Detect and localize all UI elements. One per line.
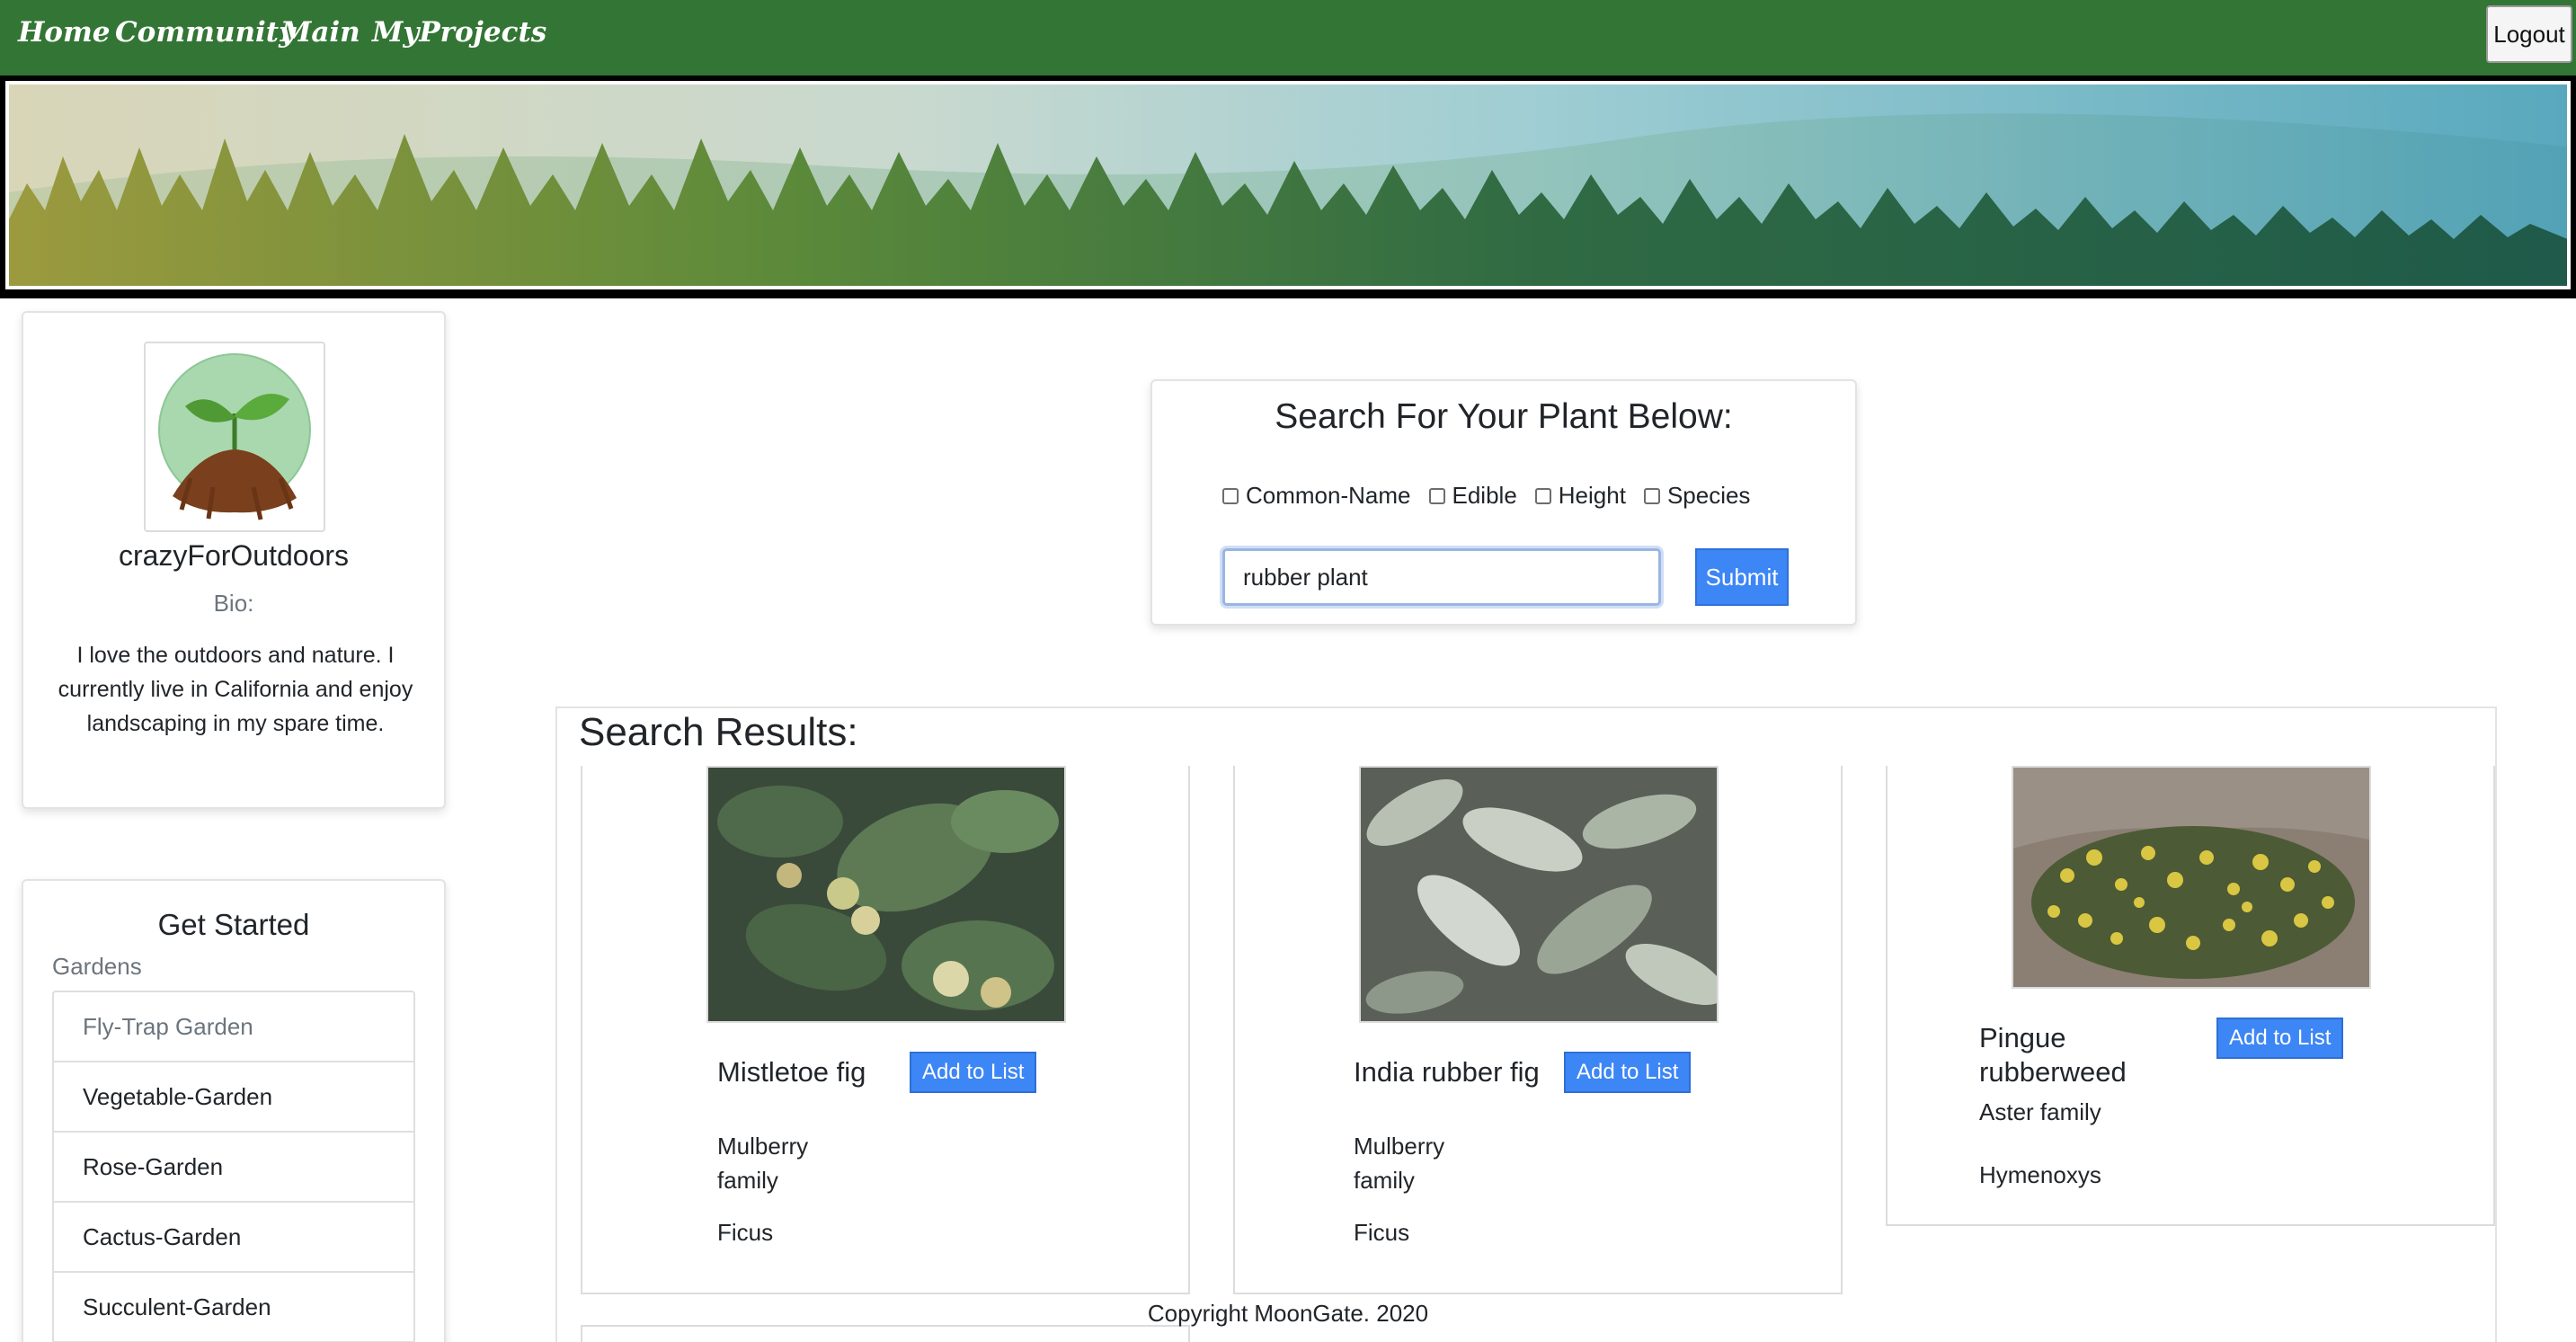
india-rubber-fig-image <box>1359 766 1719 1023</box>
result-name: India rubber fig <box>1354 1056 1540 1088</box>
get-started-card: Get Started Gardens Fly-Trap Garden Vege… <box>22 879 446 1342</box>
bio-text: I love the outdoors and nature. I curren… <box>58 643 413 736</box>
nav-community-link[interactable]: Community <box>115 16 295 49</box>
result-card: Mistletoe fig Add to List Mulberry famil… <box>581 766 1190 1294</box>
add-to-list-button[interactable]: Add to List <box>1564 1052 1692 1093</box>
get-started-title: Get Started <box>157 908 310 941</box>
top-navbar: Home Community Main MyProjects Logout <box>0 0 2576 76</box>
search-title: Search For Your Plant Below: <box>1275 397 1733 436</box>
garden-item-fly-trap[interactable]: Fly-Trap Garden <box>54 992 413 1062</box>
result-card: India rubber fig Add to List Mulberry fa… <box>1233 766 1843 1294</box>
seedling-avatar <box>158 353 311 520</box>
plant-search-input[interactable] <box>1222 548 1661 606</box>
result-family: Aster family <box>1979 1098 2101 1125</box>
result-name: Mistletoe fig <box>717 1056 866 1088</box>
edible-label: Edible <box>1452 482 1517 509</box>
result-family: Mulberry family <box>717 1133 809 1194</box>
common-name-label: Common-Name <box>1246 482 1411 509</box>
garden-item-vegetable[interactable]: Vegetable-Garden <box>54 1062 413 1133</box>
forest-banner-image <box>5 81 2571 289</box>
search-results-title: Search Results: <box>579 710 858 754</box>
result-card: Pingue rubberweed Add to List Aster fami… <box>1886 766 2495 1226</box>
plant-search-card: Search For Your Plant Below: Common-Name… <box>1150 379 1857 626</box>
profile-username: crazyForOutdoors <box>118 539 350 572</box>
nav-myprojects-link[interactable]: MyProjects <box>372 16 546 49</box>
nav-main-link[interactable]: Main <box>280 16 360 49</box>
mistletoe-fig-image <box>706 766 1066 1023</box>
common-name-checkbox[interactable] <box>1222 487 1239 504</box>
gardens-subtitle: Gardens <box>52 953 142 980</box>
logout-button[interactable]: Logout <box>2486 5 2572 63</box>
profile-card: crazyForOutdoors Bio: I love the outdoor… <box>22 311 446 809</box>
add-to-list-button[interactable]: Add to List <box>910 1052 1037 1093</box>
nav-home-link[interactable]: Home <box>18 16 111 49</box>
bio-label: Bio: <box>213 590 254 617</box>
submit-button[interactable]: Submit <box>1695 548 1789 606</box>
search-options: Common-Name Edible Height Species <box>1222 482 1768 510</box>
search-results-panel: Search Results: Mistletoe fig Add to Lis… <box>555 707 2497 1342</box>
height-checkbox[interactable] <box>1534 487 1551 504</box>
footer-copyright: Copyright MoonGate. 2020 <box>1147 1300 1429 1327</box>
result-genus: Ficus <box>717 1219 774 1246</box>
header-banner <box>0 76 2576 298</box>
edible-checkbox[interactable] <box>1428 487 1445 504</box>
species-checkbox[interactable] <box>1643 487 1660 504</box>
avatar <box>144 342 325 532</box>
height-label: Height <box>1558 482 1626 509</box>
result-name: Pingue rubberweed <box>1979 1022 2127 1088</box>
garden-item-rose[interactable]: Rose-Garden <box>54 1133 413 1203</box>
result-family: Mulberry family <box>1354 1133 1445 1194</box>
pingue-rubberweed-image <box>2012 766 2371 989</box>
species-label: Species <box>1666 482 1751 509</box>
result-genus: Hymenoxys <box>1979 1161 2101 1188</box>
garden-item-cactus[interactable]: Cactus-Garden <box>54 1203 413 1273</box>
result-genus: Ficus <box>1354 1219 1410 1246</box>
add-to-list-button[interactable]: Add to List <box>2216 1018 2344 1059</box>
gardens-list: Fly-Trap Garden Vegetable-Garden Rose-Ga… <box>52 991 415 1342</box>
